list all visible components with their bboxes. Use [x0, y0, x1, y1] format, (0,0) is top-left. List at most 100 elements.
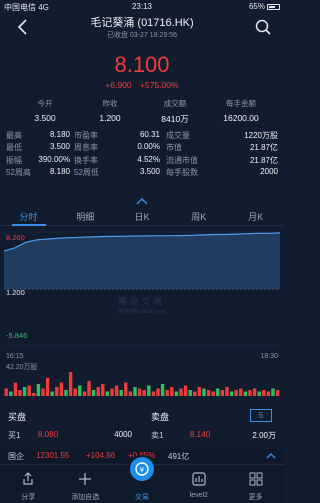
svg-text:¥: ¥ [140, 467, 144, 474]
bid-title: 买盘 [8, 412, 27, 422]
volume-bar [119, 390, 123, 396]
stats-row: 52周高 8.180 52周低 3.500 每手股数 2000 [6, 167, 278, 178]
depth-selector[interactable]: 5 [250, 409, 272, 422]
volume-bar [183, 385, 188, 396]
volume-bar [36, 384, 41, 396]
volume-bar [4, 388, 8, 396]
tab-daily-k[interactable]: 日K [114, 210, 171, 223]
volume-bar [165, 390, 169, 396]
volume-bar [87, 381, 91, 396]
tab-weekly-k[interactable]: 周K [170, 210, 227, 223]
tab-details[interactable]: 明细 [57, 210, 114, 223]
search-icon[interactable] [254, 18, 272, 36]
index-volume: 491亿 [168, 452, 190, 461]
chart-tabs: 分时 明细 日K 周K 月K [0, 206, 284, 226]
volume-bar [174, 391, 179, 396]
volume-bar [55, 387, 59, 396]
stats-row: 振幅 390.00% 换手率 4.52% 流通市值 21.87亿 [6, 154, 278, 165]
volume-bar [110, 388, 114, 396]
volume-bar [262, 390, 266, 396]
volume-bar [73, 388, 77, 396]
stats-row: 最高 8.180 市盈率 60.31 成交量 1220万股 [6, 130, 278, 140]
volume-bar [114, 385, 119, 396]
y-axis-top-label: 8.260 [6, 233, 25, 242]
volume-bar [22, 387, 27, 396]
y-axis-bottom-label: -5.846 [6, 331, 27, 340]
volume-bar [193, 391, 197, 396]
back-arrow-icon[interactable] [16, 18, 30, 36]
last-price: 8.100 [114, 52, 170, 77]
volume-bar [128, 391, 133, 396]
volume-bar [9, 391, 13, 396]
volume-bar [41, 388, 45, 396]
volume-bar [266, 391, 271, 396]
volume-bar [257, 391, 261, 396]
volume-bar [27, 385, 31, 396]
change-amount: +6.900 [105, 80, 132, 90]
volume-bar [248, 390, 252, 396]
status-bar: 中国电信 4G 23:13 65% [0, 0, 284, 14]
volume-bar [170, 387, 174, 396]
volume-bar [220, 390, 225, 396]
tab-intraday[interactable]: 分时 [0, 210, 57, 223]
summary-turnover: 成交额 8410万 [161, 99, 189, 124]
chevron-up-icon[interactable] [135, 197, 149, 205]
nav-share[interactable]: 分享 [0, 465, 57, 503]
index-change: +104.56 [86, 451, 116, 460]
summary-lot-amount: 每手金额 16200.00 [223, 99, 259, 123]
bid-qty: 4000 [114, 430, 132, 439]
stats-row: 最低 3.500 周息率 0.00% 市值 21.87亿 [6, 142, 278, 153]
currency-icon: ¥ [135, 462, 149, 476]
chevron-up-icon[interactable] [266, 452, 276, 460]
volume-bar [137, 388, 142, 396]
bid-price: 8.080 [38, 430, 59, 439]
summary-open: 今开 3.500 [34, 99, 56, 123]
nav-add-watchlist[interactable]: 添加自选 [57, 465, 114, 503]
nav-more[interactable]: 更多 [227, 465, 284, 503]
volume-bar [156, 388, 160, 396]
volume-bar [179, 388, 183, 396]
volume-bar [211, 391, 215, 396]
ask-qty: 2.00万 [252, 431, 276, 440]
watermark-subtext: 复盛新股Vgk3d7.com [118, 309, 166, 315]
volume-bar [105, 391, 110, 396]
volume-bar [50, 391, 54, 396]
volume-bar [188, 390, 192, 396]
volume-bar [68, 372, 73, 396]
share-icon [23, 472, 33, 485]
ask-level-label: 卖1 [151, 431, 164, 440]
volume-bar [64, 390, 68, 396]
volume-bar [13, 382, 18, 396]
volume-bar [234, 390, 238, 396]
volume-bar [18, 390, 22, 396]
volume-bar [101, 384, 105, 396]
tab-monthly-k[interactable]: 月K [227, 210, 284, 223]
clock: 23:13 [131, 2, 153, 11]
nav-trade[interactable]: ¥ 交易 [114, 455, 171, 503]
volume-bar [206, 390, 211, 396]
volume-bar [243, 391, 248, 396]
volume-bar [91, 390, 96, 396]
volume-bar [96, 387, 100, 396]
change-percent: +575.00% [140, 80, 179, 90]
nav-level2[interactable]: level2 [170, 465, 227, 503]
volume-bar [151, 391, 156, 396]
trade-button[interactable]: ¥ [127, 455, 156, 483]
active-tab-indicator [12, 224, 46, 226]
time-start-label: 16:15 [6, 353, 24, 360]
battery-icon [267, 4, 280, 10]
volume-bar [275, 390, 280, 396]
volume-bar [197, 387, 202, 396]
volume-bar [239, 388, 243, 396]
ask-title: 卖盘 [151, 412, 170, 422]
index-value: 12301.55 [36, 451, 70, 460]
volume-bar [78, 385, 82, 396]
market-status: 已收盘 03-27 18:29:56 [106, 32, 178, 39]
bid-level-label: 买1 [8, 431, 21, 440]
volume-bar [59, 382, 64, 396]
ask-price: 8.140 [190, 430, 211, 439]
plus-icon [79, 473, 92, 485]
volume-bar [202, 388, 206, 396]
volume-bar [45, 378, 50, 396]
grid-icon [249, 472, 263, 486]
